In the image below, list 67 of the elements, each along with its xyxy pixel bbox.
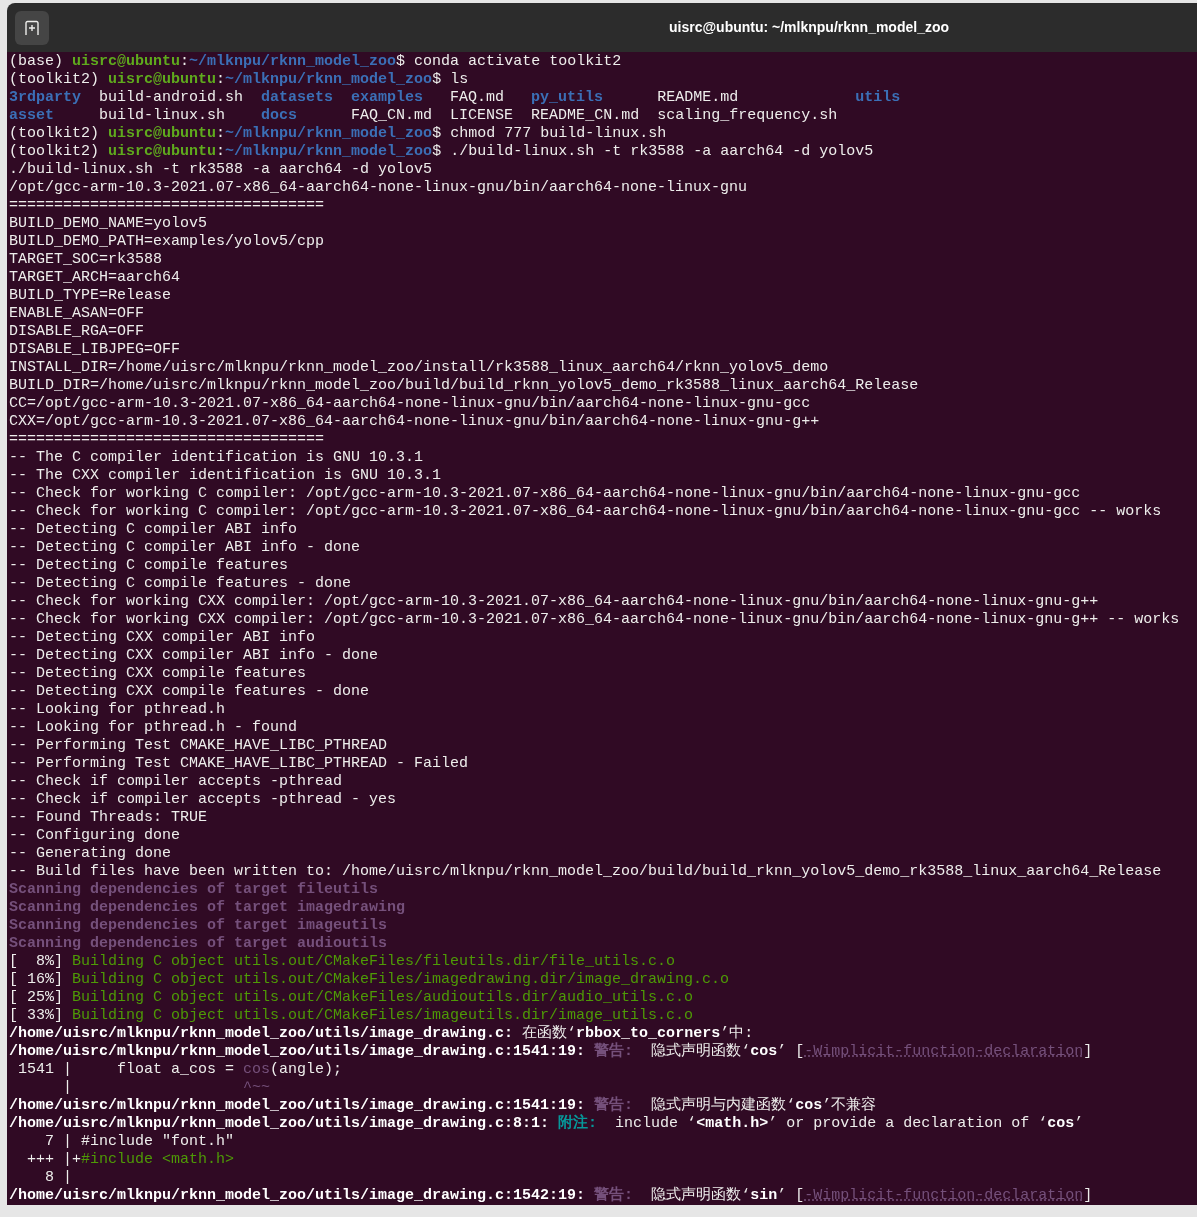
terminal-line: /opt/gcc-arm-10.3-2021.07-x86_64-aarch64-none-linux-gnu/bin/aarch64-none-linux-gnu <box>9 179 748 197</box>
terminal-line: BUILD_DIR=/home/uisrc/mlknpu/rknn_model_zoo/build/build_rknn_yolov5_demo_rk3588_linux_aarch64_Release <box>9 377 919 395</box>
terminal-line: -- The C compiler identification is GNU 10.3.1 <box>9 449 424 467</box>
terminal-line: [ 16%] Building C object utils.out/CMakeFiles/imagedrawing.dir/image_drawing.c.o <box>9 971 730 989</box>
new-tab-button[interactable] <box>15 10 49 45</box>
terminal-line: -- Check if compiler accepts -pthread - yes <box>9 791 397 809</box>
terminal-line: -- Generating done <box>9 845 172 863</box>
terminal-line: asset build-linux.sh docs FAQ_CN.md LICENSE README_CN.md scaling_frequency.sh <box>9 107 838 125</box>
terminal-line: BUILD_TYPE=Release <box>9 287 172 305</box>
terminal-line: -- Check if compiler accepts -pthread <box>9 773 343 791</box>
terminal-line: Scanning dependencies of target imageutils <box>9 917 388 935</box>
terminal-line: (toolkit2) uisrc@ubuntu:~/mlknpu/rknn_model_zoo$ ls <box>9 71 469 89</box>
terminal-line: +++ |+#include <math.h> <box>26 1151 235 1169</box>
terminal-line: -- Performing Test CMAKE_HAVE_LIBC_PTHREAD - Failed <box>9 755 469 773</box>
terminal-line: 7 | #include "font.h" <box>44 1133 235 1151</box>
terminal-line: 1541 | float a_cos = cos(angle); <box>17 1061 343 1079</box>
terminal-line: BUILD_DEMO_NAME=yolov5 <box>9 215 208 233</box>
terminal-line: /home/uisrc/mlknpu/rknn_model_zoo/utils/image_drawing.c:8:1: 附注: include ‘<math.h>’ or provide a declaration of ‘cos’ <box>9 1115 1084 1133</box>
terminal-line: | ^~~ <box>62 1079 271 1097</box>
terminal-line: -- Check for working CXX compiler: /opt/gcc-arm-10.3-2021.07-x86_64-aarch64-none-linux-gnu/bin/aarch64-none-linux-gnu-g++ -- works <box>9 611 1180 629</box>
terminal-line: ENABLE_ASAN=OFF <box>9 305 145 323</box>
terminal-line: [ 25%] Building C object utils.out/CMakeFiles/audioutils.dir/audio_utils.c.o <box>9 989 694 1007</box>
terminal-line: -- The CXX compiler identification is GNU 10.3.1 <box>9 467 442 485</box>
terminal-line: =================================== <box>9 431 325 449</box>
terminal-line: -- Detecting C compiler ABI info <box>9 521 298 539</box>
terminal-line: -- Looking for pthread.h <box>9 701 226 719</box>
terminal-line: TARGET_ARCH=aarch64 <box>9 269 181 287</box>
terminal-line: [ 33%] Building C object utils.out/CMakeFiles/imageutils.dir/image_utils.c.o <box>9 1007 694 1025</box>
terminal-line: -- Detecting C compile features <box>9 557 289 575</box>
terminal-line: -- Detecting CXX compile features <box>9 665 307 683</box>
terminal-line: -- Found Threads: TRUE <box>9 809 208 827</box>
terminal-line: =================================== <box>9 197 325 215</box>
terminal-line: DISABLE_RGA=OFF <box>9 323 145 341</box>
terminal-line: /home/uisrc/mlknpu/rknn_model_zoo/utils/image_drawing.c:1542:19: 警告: 隐式声明函数‘sin’ [-Wimplicit-function-declaration] <box>9 1187 1093 1205</box>
terminal-line: BUILD_DEMO_PATH=examples/yolov5/cpp <box>9 233 325 251</box>
terminal-line: -- Detecting CXX compiler ABI info - done <box>9 647 379 665</box>
terminal-line: -- Detecting C compiler ABI info - done <box>9 539 361 557</box>
terminal-line: CC=/opt/gcc-arm-10.3-2021.07-x86_64-aarch64-none-linux-gnu/bin/aarch64-none-linux-gnu-gcc <box>9 395 811 413</box>
terminal-line: -- Detecting CXX compile features - done <box>9 683 370 701</box>
terminal-line: /home/uisrc/mlknpu/rknn_model_zoo/utils/image_drawing.c: 在函数‘rbbox_to_corners’中: <box>9 1025 754 1042</box>
terminal-line: (toolkit2) uisrc@ubuntu:~/mlknpu/rknn_model_zoo$ chmod 777 build-linux.sh <box>9 125 667 143</box>
terminal-line: Scanning dependencies of target fileutils <box>9 881 379 899</box>
terminal-line: 3rdparty build-android.sh datasets examples FAQ.md py_utils README.md utils <box>9 89 901 107</box>
terminal-line: -- Check for working CXX compiler: /opt/gcc-arm-10.3-2021.07-x86_64-aarch64-none-linux-gnu/bin/aarch64-none-linux-gnu-g++ <box>9 593 1099 611</box>
terminal-line: Scanning dependencies of target imagedrawing <box>9 899 406 917</box>
terminal-line: -- Configuring done <box>9 827 181 845</box>
terminal-line: (toolkit2) uisrc@ubuntu:~/mlknpu/rknn_model_zoo$ ./build-linux.sh -t rk3588 -a aarch64 -d yolov5 <box>9 143 874 161</box>
terminal-line: (base) uisrc@ubuntu:~/mlknpu/rknn_model_zoo$ conda activate toolkit2 <box>9 53 622 71</box>
terminal-line: /home/uisrc/mlknpu/rknn_model_zoo/utils/image_drawing.c:1541:19: 警告: 隐式声明与内建函数‘cos’不兼容 <box>9 1097 877 1114</box>
window-title: uisrc@ubuntu: ~/mlknpu/rknn_model_zoo <box>668 18 950 37</box>
plus-box-icon <box>24 19 40 36</box>
terminal-line: -- Check for working C compiler: /opt/gcc-arm-10.3-2021.07-x86_64-aarch64-none-linux-gnu/bin/aarch64-none-linux-gnu-gcc <box>9 485 1081 503</box>
terminal-line: -- Check for working C compiler: /opt/gcc-arm-10.3-2021.07-x86_64-aarch64-none-linux-gnu/bin/aarch64-none-linux-gnu-gcc -- works <box>9 503 1162 521</box>
terminal-line: Scanning dependencies of target audioutils <box>9 935 388 953</box>
terminal-line: -- Detecting C compile features - done <box>9 575 352 593</box>
terminal-line: -- Performing Test CMAKE_HAVE_LIBC_PTHREAD <box>9 737 388 755</box>
terminal-line: ./build-linux.sh -t rk3588 -a aarch64 -d yolov5 <box>9 161 433 179</box>
terminal-line: -- Detecting CXX compiler ABI info <box>9 629 316 647</box>
terminal-line: -- Build files have been written to: /home/uisrc/mlknpu/rknn_model_zoo/build/build_rknn_yolov5_demo_rk3588_linux_aarch64_Release <box>9 863 1162 881</box>
terminal-line: TARGET_SOC=rk3588 <box>9 251 163 269</box>
terminal-line: 8 | <box>44 1169 72 1187</box>
terminal-line: CXX=/opt/gcc-arm-10.3-2021.07-x86_64-aarch64-none-linux-gnu/bin/aarch64-none-linux-gnu-g++ <box>9 413 820 431</box>
terminal-line: INSTALL_DIR=/home/uisrc/mlknpu/rknn_model_zoo/install/rk3588_linux_aarch64/rknn_yolov5_demo <box>9 359 829 377</box>
terminal-line: /home/uisrc/mlknpu/rknn_model_zoo/utils/image_drawing.c:1541:19: 警告: 隐式声明函数‘cos’ [-Wimplicit-function-declaration] <box>9 1043 1093 1061</box>
terminal-line: -- Looking for pthread.h - found <box>9 719 298 737</box>
terminal-line: DISABLE_LIBJPEG=OFF <box>9 341 181 359</box>
terminal-line: [ 8%] Building C object utils.out/CMakeFiles/fileutils.dir/file_utils.c.o <box>9 953 676 971</box>
